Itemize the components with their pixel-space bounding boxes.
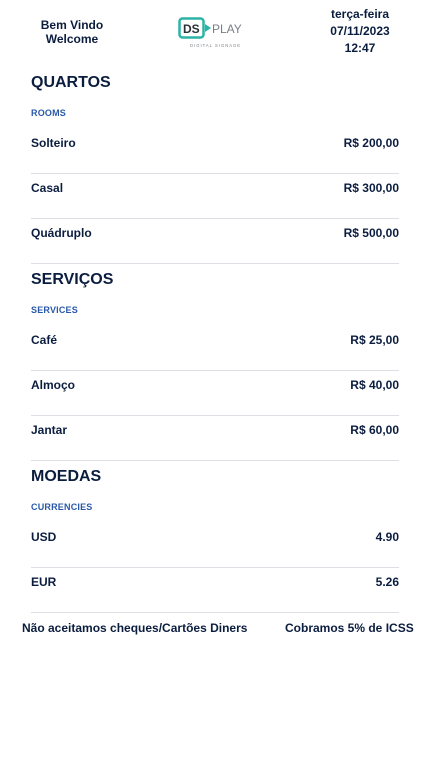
list-item: USD 4.90	[31, 522, 399, 568]
welcome-text: Bem Vindo Welcome	[22, 18, 122, 46]
section-title-rooms: QUARTOS	[31, 74, 111, 91]
list-item: Quádruplo R$ 500,00	[31, 218, 399, 264]
list-item: Almoço R$ 40,00	[31, 370, 399, 416]
section-title-services: SERVIÇOS	[31, 271, 114, 288]
datetime: terça-feira 07/11/2023 12:47	[318, 6, 402, 57]
item-name: Café	[31, 333, 58, 347]
list-item: EUR 5.26	[31, 567, 399, 613]
item-price: R$ 25,00	[350, 333, 399, 347]
section-title-currencies: MOEDAS	[31, 468, 102, 485]
item-name: USD	[31, 530, 57, 544]
section-subtitle-currencies: CURRENCIES	[31, 502, 93, 512]
welcome-en: Welcome	[45, 32, 99, 46]
section-subtitle-rooms: ROOMS	[31, 108, 67, 118]
logo-secondary: PLAY	[212, 22, 242, 36]
header: Bem Vindo Welcome DS PLAY DIGITAL SIGNAG…	[0, 0, 432, 66]
time: 12:47	[344, 41, 376, 55]
list-item: Casal R$ 300,00	[31, 173, 399, 219]
play-arrow-icon	[205, 24, 211, 32]
list-item: Solteiro R$ 200,00	[31, 128, 399, 174]
footer-note-left: Não aceitamos cheques/Cartões Diners	[22, 621, 248, 635]
item-price: R$ 40,00	[350, 378, 399, 392]
welcome-pt: Bem Vindo	[40, 18, 104, 32]
item-name: Casal	[31, 181, 64, 195]
item-price: R$ 60,00	[350, 423, 399, 437]
logo-primary: DS	[183, 22, 200, 36]
section-subtitle-services: SERVICES	[31, 305, 78, 315]
list-item: Jantar R$ 60,00	[31, 415, 399, 461]
list-item: Café R$ 25,00	[31, 325, 399, 371]
item-price: R$ 200,00	[343, 136, 399, 150]
item-name: Solteiro	[31, 136, 76, 150]
item-name: Quádruplo	[31, 226, 92, 240]
dsplay-logo: DS PLAY DIGITAL SIGNAGE	[178, 17, 242, 48]
item-name: Jantar	[31, 423, 68, 437]
weekday: terça-feira	[330, 7, 390, 21]
item-name: Almoço	[31, 378, 76, 392]
footer-note-right: Cobramos 5% de ICSS	[285, 621, 414, 635]
item-price: R$ 300,00	[343, 181, 399, 195]
item-price: 5.26	[375, 575, 399, 589]
item-price: R$ 500,00	[343, 226, 399, 240]
date: 07/11/2023	[330, 24, 390, 38]
item-price: 4.90	[375, 530, 399, 544]
item-name: EUR	[31, 575, 57, 589]
logo-tagline: DIGITAL SIGNAGE	[190, 43, 241, 48]
